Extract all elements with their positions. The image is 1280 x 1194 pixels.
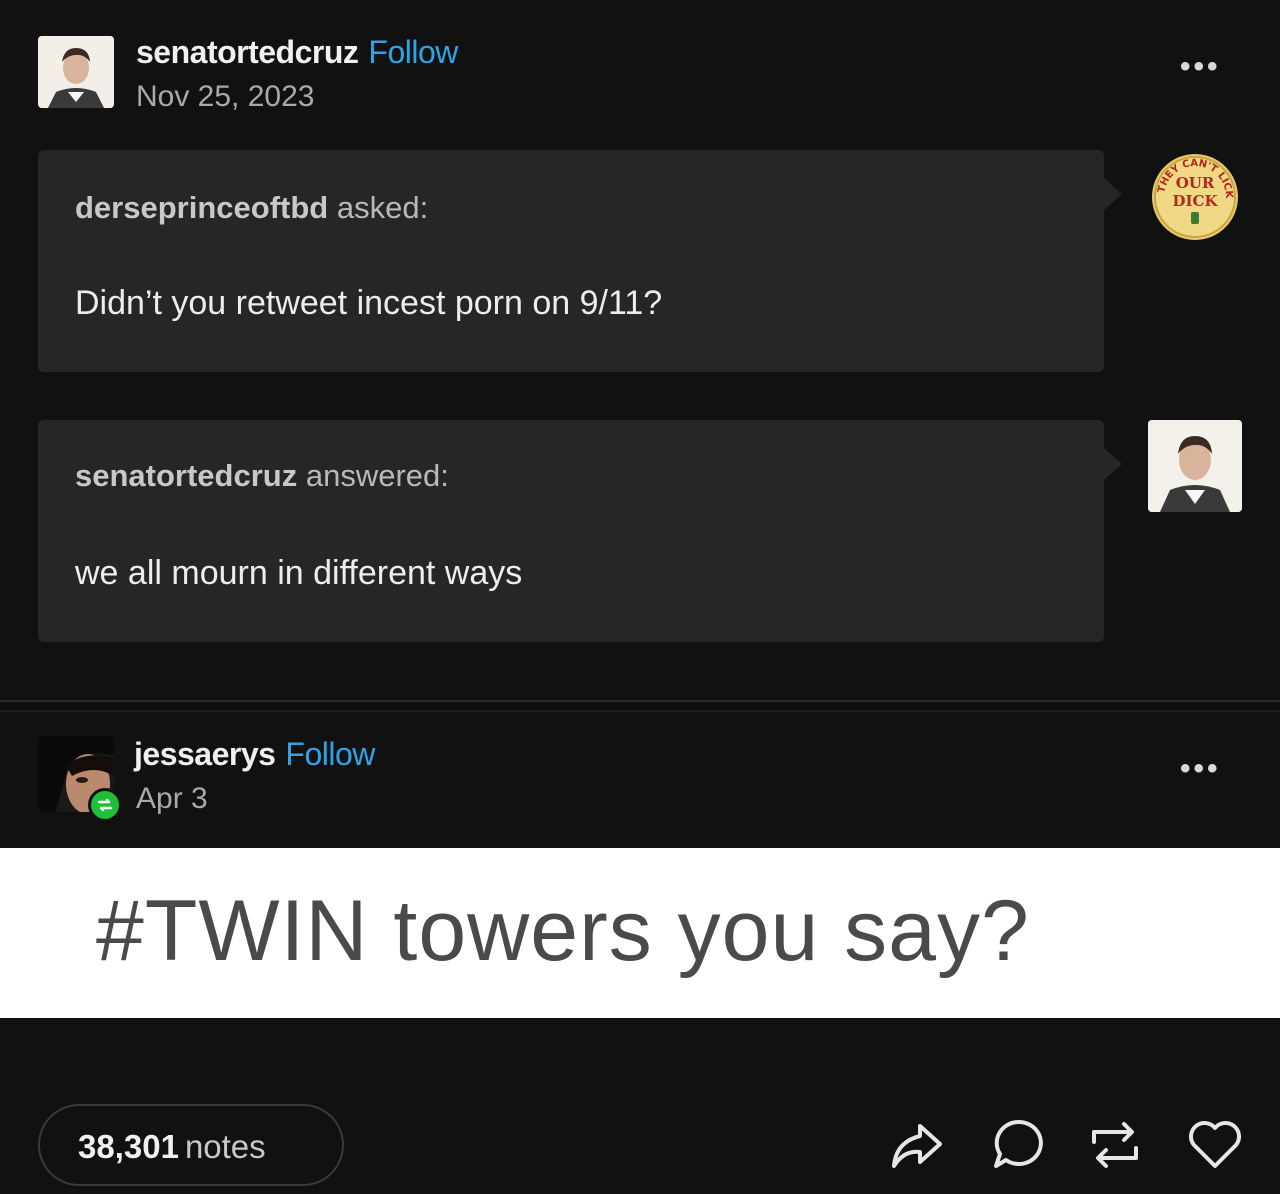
answerer-avatar[interactable]	[1148, 420, 1242, 512]
post-header-1: senatortedcruz Follow Nov 25, 2023 •••	[0, 0, 1280, 120]
ask-bubble: derseprinceoftbd asked: Didn’t you retwe…	[38, 150, 1122, 372]
avatar[interactable]	[38, 36, 114, 108]
answerer-name[interactable]: senatortedcruz	[75, 458, 297, 493]
notes-count: 38,301 notes	[78, 1128, 266, 1166]
username-text[interactable]: senatortedcruz	[136, 34, 359, 70]
asked-label: asked:	[336, 190, 429, 225]
notes-label: notes	[184, 1128, 266, 1165]
share-icon	[892, 1124, 942, 1168]
like-button[interactable]	[1184, 1114, 1246, 1176]
post-image-text: #TWIN towers you say?	[96, 883, 1030, 979]
answer-bubble: senatortedcruz answered: we all mourn in…	[38, 420, 1122, 642]
reblog-badge-icon	[88, 788, 122, 822]
post-username[interactable]: jessaerys Follow	[134, 736, 375, 773]
post-date[interactable]: Apr 3	[136, 782, 208, 816]
portrait-icon	[38, 36, 114, 108]
more-options-button[interactable]: •••	[1180, 50, 1221, 84]
reply-button[interactable]	[988, 1114, 1050, 1176]
post-header-2: jessaerys Follow Apr 3 •••	[0, 712, 1280, 848]
more-options-button[interactable]: •••	[1180, 752, 1221, 786]
reblog-icon	[1092, 1122, 1138, 1168]
follow-button[interactable]: Follow	[285, 736, 375, 772]
post-image[interactable]: #TWIN towers you say?	[0, 848, 1280, 1018]
follow-button[interactable]: Follow	[368, 34, 458, 70]
share-button[interactable]	[886, 1114, 948, 1176]
post-date[interactable]: Nov 25, 2023	[136, 80, 314, 114]
notes-number: 38,301	[78, 1128, 179, 1165]
answered-label: answered:	[305, 458, 449, 493]
answer-label: senatortedcruz answered:	[75, 458, 449, 494]
portrait-icon	[1148, 420, 1242, 512]
badge-line2: DICK	[1173, 192, 1219, 210]
ask-question: Didn’t you retweet incest porn on 9/11?	[75, 284, 663, 322]
badge-button-icon: THEY CAN'T LICK OUR DICK	[1152, 154, 1238, 240]
asker-avatar[interactable]: THEY CAN'T LICK OUR DICK	[1150, 152, 1240, 242]
reblog-button[interactable]	[1084, 1114, 1146, 1176]
badge-line1: OUR	[1176, 174, 1215, 192]
heart-icon	[1189, 1121, 1241, 1168]
comment-icon	[994, 1119, 1043, 1168]
asker-name[interactable]: derseprinceoftbd	[75, 190, 328, 225]
username-text[interactable]: jessaerys	[134, 736, 276, 772]
notes-button[interactable]: 38,301 notes	[38, 1104, 344, 1186]
post-divider	[0, 700, 1280, 712]
post-username[interactable]: senatortedcruz Follow	[136, 34, 458, 71]
ask-label: derseprinceoftbd asked:	[75, 190, 428, 226]
answer-text: we all mourn in different ways	[75, 554, 523, 592]
